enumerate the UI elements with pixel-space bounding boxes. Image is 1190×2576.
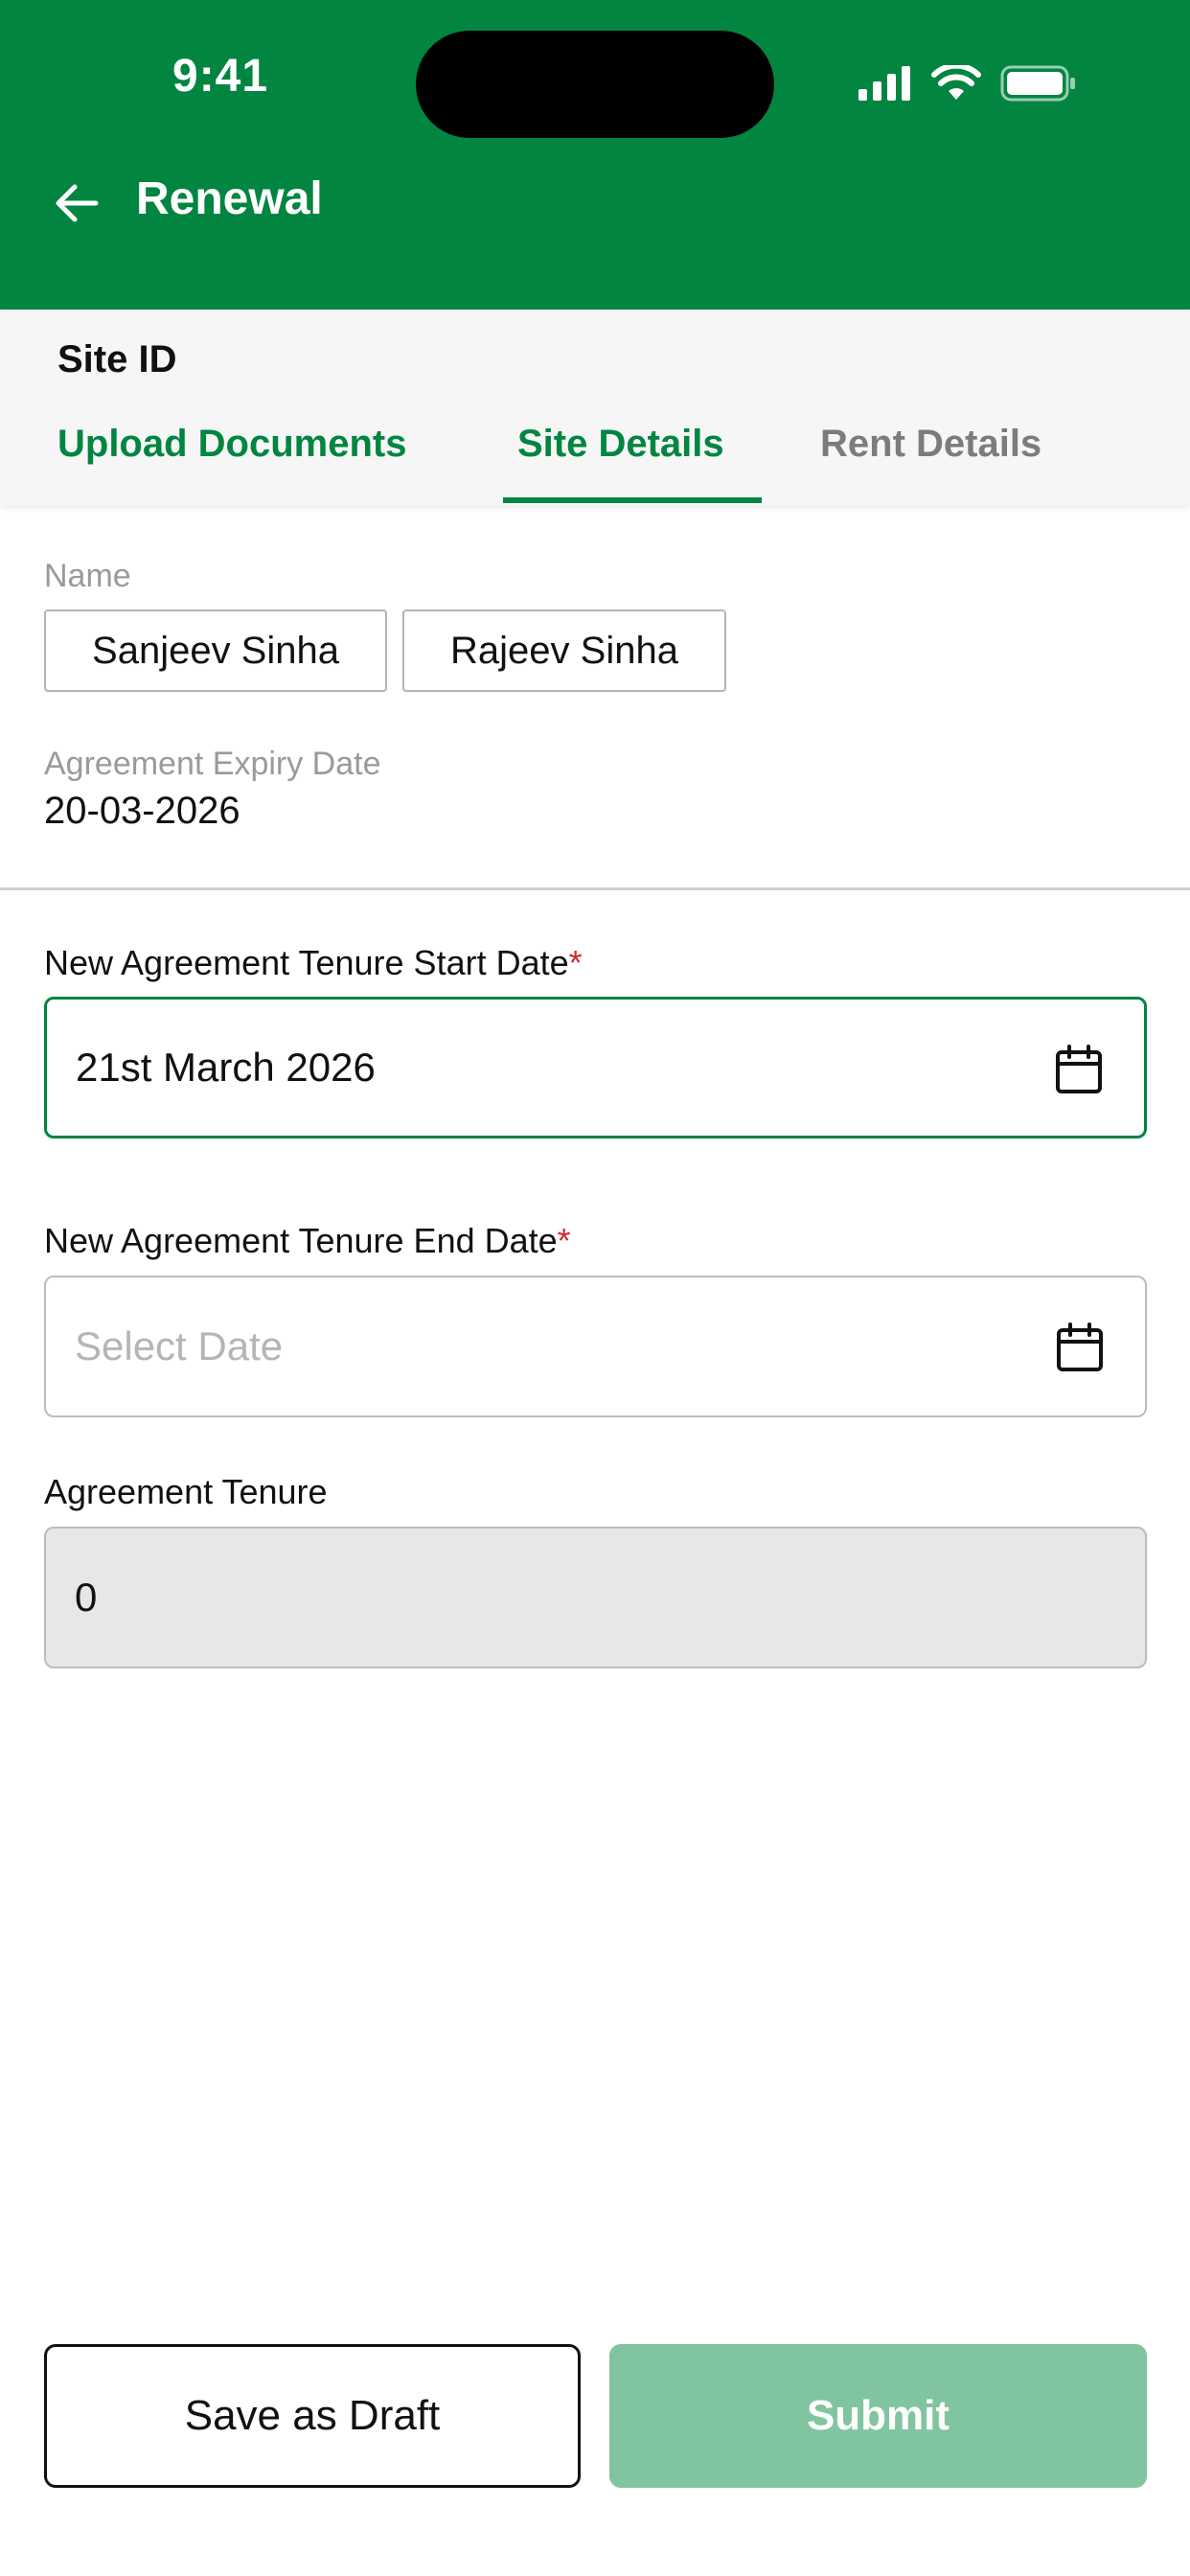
name-label: Name bbox=[44, 558, 131, 594]
expiry-date-label: Agreement Expiry Date bbox=[44, 746, 381, 782]
end-date-field[interactable]: Select Date bbox=[44, 1276, 1147, 1417]
submit-button[interactable]: Submit bbox=[609, 2344, 1147, 2488]
back-arrow-icon bbox=[56, 184, 99, 222]
name-chip: Sanjeev Sinha bbox=[44, 610, 387, 692]
active-tab-indicator bbox=[503, 497, 762, 503]
start-date-label: New Agreement Tenure Start Date* bbox=[44, 943, 583, 983]
calendar-icon[interactable] bbox=[1052, 1044, 1106, 1097]
wifi-icon bbox=[931, 65, 981, 100]
expiry-date-value: 20-03-2026 bbox=[44, 790, 240, 832]
site-id-label: Site ID bbox=[57, 338, 177, 380]
page-title: Renewal bbox=[136, 173, 323, 224]
calendar-icon[interactable] bbox=[1053, 1322, 1107, 1375]
app-header: 9:41 Renewal bbox=[0, 0, 1190, 310]
required-mark: * bbox=[557, 1221, 571, 1260]
start-date-label-text: New Agreement Tenure Start Date bbox=[44, 943, 569, 982]
start-date-value: 21st March 2026 bbox=[76, 1045, 376, 1090]
tab-upload-documents[interactable]: Upload Documents bbox=[57, 423, 406, 466]
name-chip: Rajeev Sinha bbox=[402, 610, 726, 692]
status-time: 9:41 bbox=[172, 51, 269, 102]
tenure-field: 0 bbox=[44, 1527, 1147, 1668]
signal-icon bbox=[858, 66, 910, 101]
tab-site-details[interactable]: Site Details bbox=[517, 423, 724, 466]
tab-section: Site ID Upload Documents Site Details Re… bbox=[0, 310, 1190, 505]
tenure-value: 0 bbox=[75, 1575, 98, 1620]
end-date-label: New Agreement Tenure End Date* bbox=[44, 1221, 571, 1261]
required-mark: * bbox=[568, 943, 583, 982]
status-icons bbox=[858, 59, 1077, 107]
tenure-label: Agreement Tenure bbox=[44, 1472, 328, 1511]
renewal-screen: 9:41 Renewal Site ID Upload Documents Si… bbox=[0, 0, 1190, 2576]
end-date-placeholder: Select Date bbox=[75, 1323, 284, 1368]
section-divider bbox=[0, 887, 1190, 890]
save-draft-button[interactable]: Save as Draft bbox=[44, 2344, 581, 2488]
battery-icon bbox=[1000, 65, 1075, 102]
dynamic-island bbox=[416, 31, 774, 138]
end-date-label-text: New Agreement Tenure End Date bbox=[44, 1221, 558, 1260]
tab-rent-details[interactable]: Rent Details bbox=[820, 423, 1041, 466]
start-date-field[interactable]: 21st March 2026 bbox=[44, 997, 1147, 1138]
back-button[interactable] bbox=[50, 176, 103, 230]
